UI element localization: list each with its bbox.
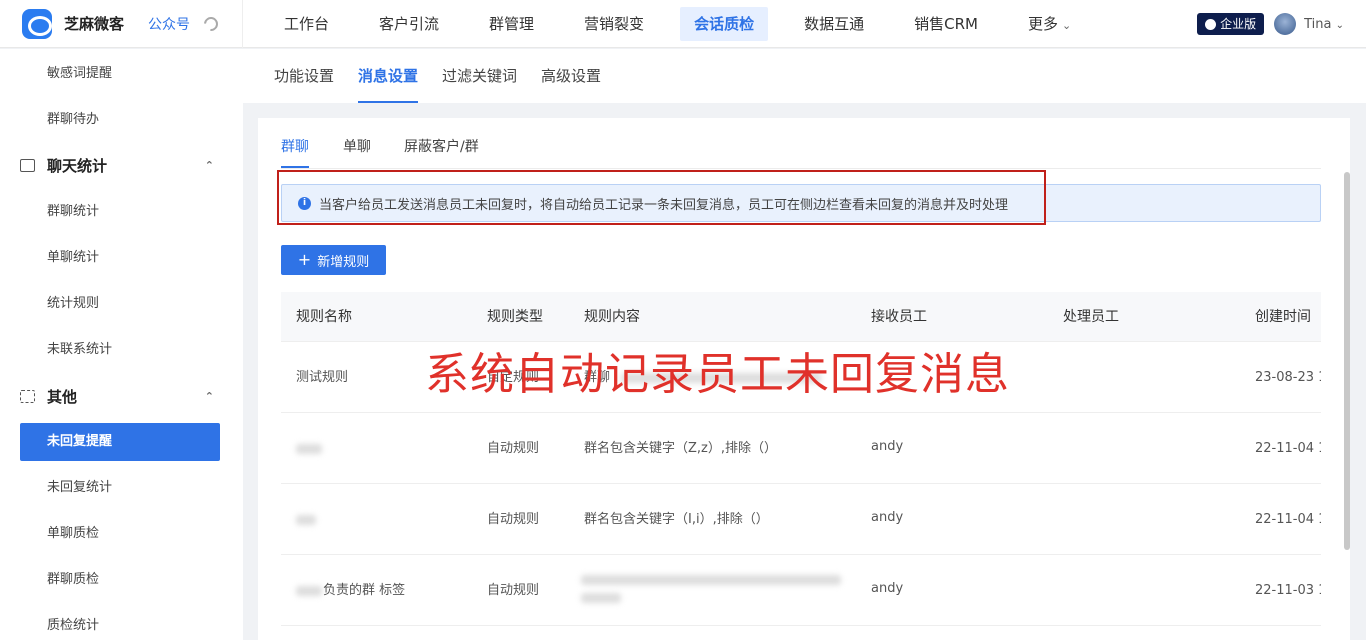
receiver: andy [871,581,904,596]
main-nav: 工作台 客户引流 群管理 营销裂变 会话质检 数据互通 销售CRM 更多 ⌄ [259,0,1096,48]
column-header: 创建时间 [1255,309,1311,325]
nav-item-session-qc[interactable]: 会话质检 [680,6,769,41]
sidebar-item-group-todo[interactable]: 群聊待办 [20,101,220,139]
highlight-annotation-box [277,170,1046,225]
sidebar-item-group-chat-stats[interactable]: 群聊统计 [20,193,220,231]
sidebar-item-sensitive-words[interactable]: 敏感词提醒 [20,55,220,93]
rule-name: 负责的群 标签 [323,583,406,598]
header-right: 企业版 Tina ⌄ [1197,0,1344,48]
tab-single-chat[interactable]: 单聊 [343,132,371,168]
sidebar-item-single-chat-qc[interactable]: 单聊质检 [20,515,220,553]
chevron-up-icon: ⌃ [204,390,214,403]
chat-stats-icon [20,159,35,172]
avatar[interactable] [1274,13,1297,35]
chevron-down-icon: ⌄ [1335,19,1344,31]
tab-group-chat[interactable]: 群聊 [281,132,309,168]
nav-item-customer-acquisition[interactable]: 客户引流 [365,7,453,41]
sidebar: 敏感词提醒 群聊待办 聊天统计 ⌃ 群聊统计 单聊统计 统计规则 未联系统计 其… [0,49,243,640]
nav-item-marketing[interactable]: 营销裂变 [570,7,658,41]
sidebar-item-qc-stats[interactable]: 质检统计 [20,607,220,640]
theme-toggle-icon[interactable] [201,13,221,34]
rule-type: 自动规则 [487,512,540,527]
overlay-caption: 系统自动记录员工未回复消息 [425,349,1010,400]
redacted-rule-name [296,444,322,454]
add-rule-button[interactable]: + 新增规则 [281,245,386,275]
table-header: 规则名称 规则类型 规则内容 接收员工 处理员工 创建时间 [281,292,1321,342]
rule-name: 测试规则 [296,370,349,385]
nav-item-sales-crm[interactable]: 销售CRM [900,7,992,41]
column-header: 接收员工 [871,309,927,325]
app-logo-icon [22,8,52,39]
chat-bubble-icon [1205,18,1217,30]
chevron-down-icon: ⌄ [1061,18,1072,32]
table-row[interactable]: 自动规则 群名包含关键字（Z,z）,排除（） andy 22-11-04 1. [281,413,1321,484]
add-rule-label: 新增规则 [317,254,370,270]
rule-type: 自动规则 [487,583,540,598]
nav-item-group-management[interactable]: 群管理 [475,7,548,41]
sidebar-item-unreplied-stats[interactable]: 未回复统计 [20,469,220,507]
nav-item-more[interactable]: 更多 ⌄ [1014,7,1085,41]
created-time: 23-08-23 1( [1255,370,1321,385]
nav-item-data-sync[interactable]: 数据互通 [790,7,878,41]
created-time: 22-11-04 1. [1255,512,1321,527]
face-scan-icon [20,390,35,403]
sidebar-item-group-chat-qc[interactable]: 群聊质检 [20,561,220,599]
tab-divider [281,168,1321,169]
sidebar-group-chat-stats[interactable]: 聊天统计 ⌃ [20,147,220,185]
receiver: andy [871,439,904,454]
top-bar: 芝麻微客 公众号 工作台 客户引流 群管理 营销裂变 会话质检 数据互通 销售C… [0,0,1366,48]
tab-message-settings[interactable]: 消息设置 [358,49,419,103]
sidebar-group-other[interactable]: 其他 ⌃ [20,378,220,416]
table-row[interactable]: 自动规则 群名包含关键字（I,i）,排除（） andy 22-11-04 1. [281,484,1321,555]
chevron-up-icon: ⌃ [204,159,214,172]
redacted-content [581,593,621,603]
nav-item-workbench[interactable]: 工作台 [270,7,343,41]
vertical-scrollbar[interactable] [1344,172,1350,550]
rule-content: 群名包含关键字（Z,z）,排除（） [584,441,777,456]
column-header: 处理员工 [1063,309,1119,325]
redacted-rule-name [296,515,316,525]
created-time: 22-11-04 1. [1255,441,1321,456]
table-row[interactable]: 负责的群 标签 自动规则 andy 22-11-03 1 [281,555,1321,626]
column-header: 规则类型 [487,309,543,325]
rule-type: 自动规则 [487,441,540,456]
created-time: 22-11-03 1 [1255,583,1321,598]
tab-advanced-settings[interactable]: 高级设置 [541,49,601,103]
column-header: 规则内容 [584,309,640,325]
settings-tabs: 功能设置 消息设置 过滤关键词 高级设置 [243,49,1366,103]
sidebar-item-stats-rules[interactable]: 统计规则 [20,285,220,323]
receiver: andy [871,510,904,525]
brand: 芝麻微客 公众号 [0,0,243,48]
user-name[interactable]: Tina ⌄ [1304,17,1344,32]
tab-blocked-customers[interactable]: 屏蔽客户/群 [404,132,479,168]
sidebar-item-uncontacted-stats[interactable]: 未联系统计 [20,331,220,369]
redacted-content [581,575,841,585]
redacted-rule-name-prefix [296,586,322,596]
user-name-text: Tina [1304,16,1332,32]
sidebar-item-unreplied-reminder[interactable]: 未回复提醒 [20,423,220,461]
sidebar-group-label: 其他 [47,388,78,406]
rule-content: 群名包含关键字（I,i）,排除（） [584,512,769,527]
plus-icon: + [297,250,312,269]
sidebar-group-label: 聊天统计 [47,157,108,175]
account-link[interactable]: 公众号 [148,14,190,34]
column-header: 规则名称 [296,309,352,325]
nav-more-label: 更多 [1027,14,1058,33]
tab-filter-keywords[interactable]: 过滤关键词 [442,49,517,103]
edition-label: 企业版 [1220,17,1257,31]
edition-badge[interactable]: 企业版 [1197,13,1265,35]
brand-name: 芝麻微客 [64,15,125,33]
sidebar-item-single-chat-stats[interactable]: 单聊统计 [20,239,220,277]
tab-function-settings[interactable]: 功能设置 [274,49,334,103]
